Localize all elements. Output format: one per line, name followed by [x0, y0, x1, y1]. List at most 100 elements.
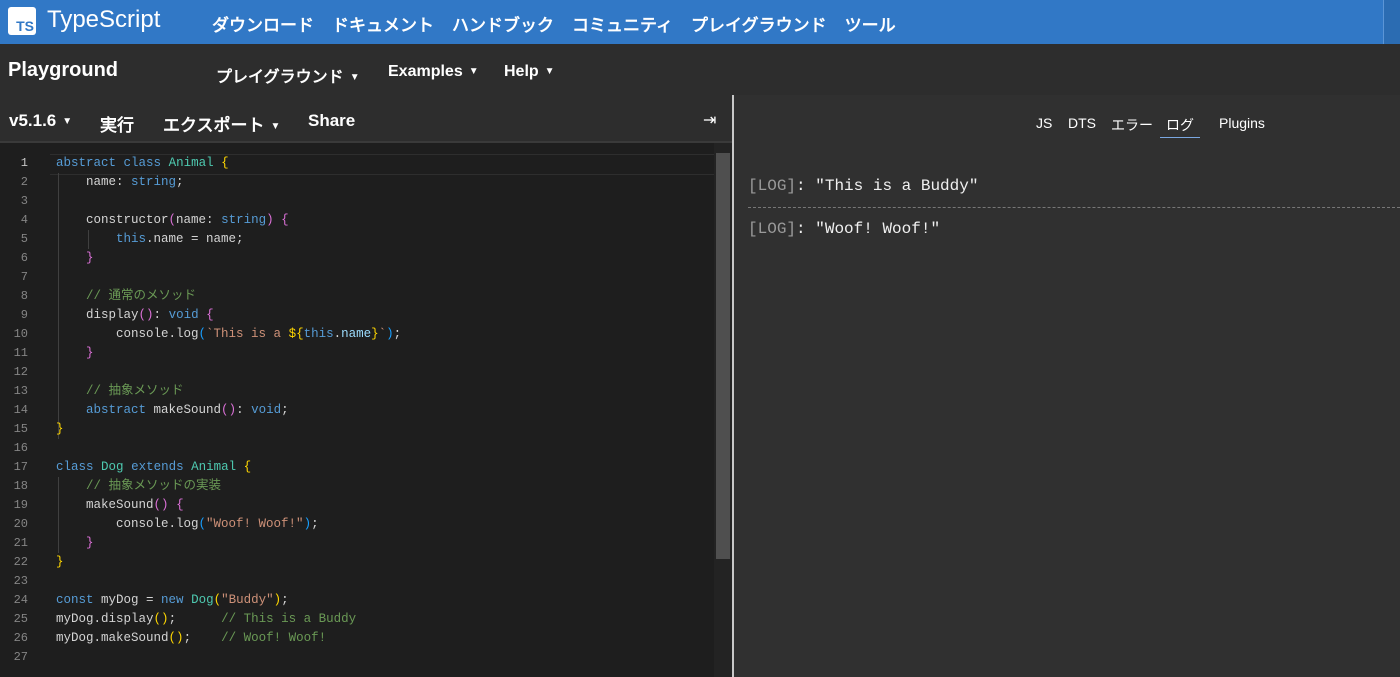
version-label: v5.1.6 — [9, 111, 57, 130]
code-line[interactable]: 19 makeSound() { — [0, 496, 732, 515]
typescript-logo[interactable]: TS — [8, 7, 36, 35]
line-number: 26 — [13, 631, 28, 645]
code-line[interactable]: 27 — [0, 648, 732, 667]
run-button[interactable]: 実行 — [100, 111, 134, 136]
log-bracket-close: ] — [786, 220, 797, 238]
page-title: Playground — [8, 59, 119, 81]
nav-playground[interactable]: プレイグラウンド — [691, 11, 827, 36]
code-line[interactable]: 5 this.name = name; — [0, 230, 732, 249]
code-text: abstract makeSound(): void; — [86, 403, 289, 417]
code-line[interactable]: 25 myDog.display(); // This is a Buddy — [0, 610, 732, 629]
playground-menu[interactable]: プレイグラウンド ▼ — [216, 63, 360, 87]
tab-plugins[interactable]: Plugins — [1219, 115, 1265, 131]
log-tag: LOG — [757, 177, 787, 195]
code-line[interactable]: 13 // 抽象メソッド — [0, 382, 732, 401]
code-line[interactable]: 10 console.log(`This is a ${this.name}`)… — [0, 325, 732, 344]
code-text: abstract class Animal { — [56, 156, 229, 170]
code-line[interactable]: 4 constructor(name: string) { — [0, 211, 732, 230]
code-line[interactable]: 17 class Dog extends Animal { — [0, 458, 732, 477]
code-text: } — [56, 422, 64, 436]
line-number: 18 — [13, 479, 28, 493]
code-text: } — [86, 536, 94, 550]
code-text: const myDog = new Dog("Buddy"); — [56, 593, 289, 607]
tab-logs[interactable]: ログ — [1160, 115, 1200, 138]
export-menu[interactable]: エクスポート ▼ — [163, 111, 280, 136]
line-number: 12 — [13, 365, 28, 379]
version-select[interactable]: v5.1.6 ▼ — [9, 111, 72, 131]
line-number: 22 — [13, 555, 28, 569]
code-line[interactable]: 21 } — [0, 534, 732, 553]
code-editor[interactable]: 1 abstract class Animal { 2 name: string; 3… — [0, 143, 732, 677]
brand-name[interactable]: TypeScript — [47, 6, 160, 34]
nav-community[interactable]: コミュニティ — [572, 11, 673, 36]
line-number: 21 — [13, 536, 28, 550]
code-line[interactable]: 23 — [0, 572, 732, 591]
output-pane: JS DTS エラー ログ Plugins [LOG]: "This is a … — [734, 95, 1400, 677]
code-line[interactable]: 8 // 通常のメソッド — [0, 287, 732, 306]
editor-toolbar: v5.1.6 ▼ 実行 エクスポート ▼ Share ⇥ — [0, 95, 732, 143]
line-number: 3 — [20, 194, 28, 208]
main-nav: ダウンロード ドキュメント ハンドブック コミュニティ プレイグラウンド ツール — [212, 11, 896, 36]
examples-menu[interactable]: Examples ▼ — [388, 63, 479, 81]
code-line[interactable]: 1 abstract class Animal { — [0, 154, 732, 173]
nav-handbook[interactable]: ハンドブック — [452, 11, 554, 36]
code-line[interactable]: 9 display(): void { — [0, 306, 732, 325]
code-text: // 抽象メソッド — [86, 384, 184, 398]
line-number: 17 — [13, 460, 28, 474]
log-entry: [LOG]: "Woof! Woof!" — [748, 220, 941, 238]
code-line[interactable]: 15} — [0, 420, 732, 439]
help-menu-label: Help — [504, 63, 539, 80]
nav-tools[interactable]: ツール — [845, 11, 896, 36]
line-number: 7 — [20, 270, 28, 284]
line-number: 1 — [20, 156, 28, 170]
log-message: "Woof! Woof!" — [815, 220, 941, 238]
code-text: } — [86, 251, 94, 265]
code-text: myDog.display(); // This is a Buddy — [56, 612, 357, 626]
code-line[interactable]: 26 myDog.makeSound(); // Woof! Woof! — [0, 629, 732, 648]
tab-errors[interactable]: エラー — [1111, 115, 1153, 135]
code-line[interactable]: 14 abstract makeSound(): void; — [0, 401, 732, 420]
line-number: 15 — [13, 422, 28, 436]
code-line[interactable]: 16 — [0, 439, 732, 458]
collapse-sidebar-icon[interactable]: ⇥ — [703, 110, 716, 130]
chevron-down-icon: ▼ — [62, 116, 73, 127]
nav-docs[interactable]: ドキュメント — [332, 11, 434, 36]
code-text: console.log("Woof! Woof!"); — [56, 517, 319, 531]
tab-js[interactable]: JS — [1036, 115, 1052, 131]
chevron-down-icon: ▼ — [270, 121, 281, 132]
line-number: 2 — [20, 175, 28, 189]
nav-download[interactable]: ダウンロード — [212, 11, 314, 36]
export-label: エクスポート — [163, 116, 265, 135]
line-number: 4 — [20, 213, 28, 227]
code-line[interactable]: 18 // 抽象メソッドの実装 — [0, 477, 732, 496]
code-text: } — [56, 555, 64, 569]
code-line[interactable]: 24 const myDog = new Dog("Buddy"); — [0, 591, 732, 610]
code-line[interactable]: 11 } — [0, 344, 732, 363]
code-text: // 通常のメソッド — [86, 289, 197, 303]
code-text: this.name = name; — [116, 232, 244, 246]
code-line[interactable]: 22} — [0, 553, 732, 572]
code-text: constructor(name: string) { — [56, 213, 289, 227]
code-line[interactable]: 3 — [0, 192, 732, 211]
logo-text: TS — [16, 18, 34, 34]
share-button[interactable]: Share — [308, 111, 355, 131]
line-number: 13 — [13, 384, 28, 398]
code-line[interactable]: 20 console.log("Woof! Woof!"); — [0, 515, 732, 534]
code-text: } — [86, 346, 94, 360]
log-bracket-close: ] — [786, 177, 797, 195]
line-number: 23 — [13, 574, 28, 588]
code-line[interactable]: 2 name: string; — [0, 173, 732, 192]
search-button-edge[interactable] — [1383, 0, 1400, 44]
log-bracket-open: [ — [748, 220, 758, 238]
code-line[interactable]: 12 — [0, 363, 732, 382]
code-line[interactable]: 6 } — [0, 249, 732, 268]
code-line[interactable]: 7 — [0, 268, 732, 287]
help-menu[interactable]: Help ▼ — [504, 63, 555, 81]
tab-dts[interactable]: DTS — [1068, 115, 1096, 131]
examples-menu-label: Examples — [388, 63, 463, 80]
line-number: 25 — [13, 612, 28, 626]
code-text: makeSound() { — [56, 498, 184, 512]
log-bracket-open: [ — [748, 177, 758, 195]
line-number: 19 — [13, 498, 28, 512]
log-tag: LOG — [757, 220, 787, 238]
